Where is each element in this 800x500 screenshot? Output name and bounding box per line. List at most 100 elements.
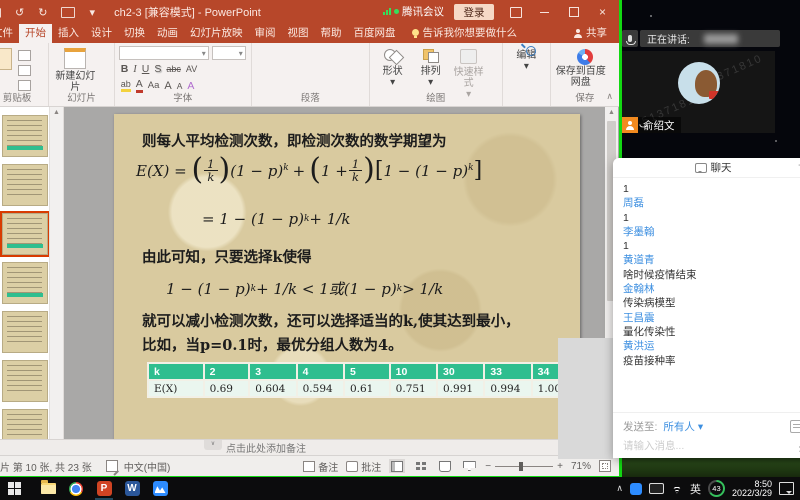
ribbon-tab[interactable]: 百度网盘 xyxy=(348,22,402,43)
zoom-out-button[interactable]: − xyxy=(485,461,491,472)
slide-thumbnail[interactable] xyxy=(2,115,48,157)
chat-header[interactable]: 聊天 − xyxy=(613,158,800,178)
ribbon-tab[interactable]: 动画 xyxy=(151,22,184,43)
font-style-button[interactable]: AV xyxy=(186,64,197,74)
scroll-up-icon[interactable]: ▲ xyxy=(50,107,63,119)
tray-expand-icon[interactable]: ∧ xyxy=(616,483,623,494)
speaker-name-blurred xyxy=(704,34,738,44)
scroll-up-icon[interactable]: ▲ xyxy=(605,107,618,119)
language-label[interactable]: 中文(中国) xyxy=(124,459,171,474)
undo-icon[interactable]: ↺ xyxy=(15,6,24,19)
login-button[interactable]: 登录 xyxy=(454,4,494,20)
chat-message-list[interactable]: 1周磊1李墨翰1黄道青啥时候疫情结束金翰林传染病模型王昌震量化传染性黄洪运疫苗接… xyxy=(613,178,800,412)
zoom-slider[interactable] xyxy=(495,466,553,467)
cut-icon[interactable] xyxy=(18,50,31,61)
tray-device-icon[interactable] xyxy=(649,483,664,494)
meeting-mic-button[interactable] xyxy=(622,30,638,47)
new-slide-button[interactable]: 新建幻灯片 xyxy=(53,48,97,93)
fit-to-window-icon[interactable] xyxy=(599,460,611,472)
ribbon-tab[interactable]: 文件 xyxy=(0,22,19,43)
taskbar-word[interactable]: W xyxy=(118,477,146,500)
taskbar-powerpoint[interactable]: P xyxy=(90,477,118,500)
chat-input[interactable] xyxy=(613,434,793,458)
font-style-button[interactable]: U xyxy=(142,63,150,75)
redo-icon[interactable]: ↻ xyxy=(38,6,47,19)
spellcheck-icon[interactable] xyxy=(106,460,118,472)
notes-bar[interactable]: ∨ 点击此处添加备注 xyxy=(0,439,619,455)
columns-icon[interactable] xyxy=(311,66,322,75)
slide-thumbnail[interactable] xyxy=(2,213,48,255)
save-to-baidu-button[interactable]: 保存到百度网盘 xyxy=(555,46,615,88)
tell-me-box[interactable]: 告诉我你想要做什么 xyxy=(412,25,518,43)
start-slideshow-icon[interactable] xyxy=(61,7,75,18)
ribbon-tab[interactable]: 切换 xyxy=(118,22,151,43)
zoom-slider-thumb[interactable] xyxy=(519,462,523,471)
copy-icon[interactable] xyxy=(18,65,31,76)
slide-thumbnail[interactable] xyxy=(2,311,48,353)
taskbar-chrome[interactable] xyxy=(62,477,90,500)
wifi-icon[interactable] xyxy=(671,484,683,494)
indent-icon[interactable] xyxy=(294,50,305,59)
line-spacing-icon[interactable] xyxy=(311,50,322,59)
tencent-meeting-icon xyxy=(153,481,168,496)
save-icon[interactable] xyxy=(0,7,1,18)
close-button[interactable]: × xyxy=(588,0,617,24)
align-center-icon[interactable] xyxy=(277,66,288,75)
paste-button[interactable] xyxy=(0,48,16,86)
taskbar-file-explorer[interactable] xyxy=(34,477,62,500)
collapse-ribbon-icon[interactable]: ∧ xyxy=(606,91,613,102)
zoom-level-label[interactable]: 71% xyxy=(571,461,591,472)
tray-meeting-icon[interactable] xyxy=(630,483,642,495)
share-button[interactable]: 共享 xyxy=(574,25,619,43)
minimize-button[interactable] xyxy=(530,0,559,24)
slide-canvas[interactable]: 则每人平均检测次数，即检测次数的数学期望为 E(X) = ( 1k ) (1 −… xyxy=(114,114,580,441)
font-style-button[interactable]: I xyxy=(133,64,137,75)
comments-toggle[interactable]: 批注 xyxy=(346,459,381,474)
normal-view-button[interactable] xyxy=(389,459,405,473)
font-name-combobox[interactable]: ▾ xyxy=(119,46,209,60)
ribbon-tab[interactable]: 插入 xyxy=(52,22,85,43)
reading-view-button[interactable] xyxy=(437,459,453,473)
zoom-in-button[interactable]: + xyxy=(557,461,563,472)
font-style-button[interactable]: abc xyxy=(166,64,181,74)
battery-indicator[interactable]: 43 xyxy=(708,480,725,497)
ribbon-tab[interactable]: 开始 xyxy=(19,22,52,43)
edit-button[interactable]: 编辑 ▾ xyxy=(507,46,546,72)
slide-thumbnail[interactable] xyxy=(2,360,48,402)
notes-toggle[interactable]: 备注 xyxy=(303,459,338,474)
slide-thumbnail[interactable] xyxy=(2,164,48,206)
ribbon-tab[interactable]: 设计 xyxy=(85,22,118,43)
send-to-selector[interactable]: 所有人 ▾ xyxy=(663,419,703,434)
taskbar-clock[interactable]: 8:50 2022/3/29 xyxy=(732,480,772,498)
ime-indicator[interactable]: 英 xyxy=(690,481,701,497)
slide-thumbnail[interactable] xyxy=(2,409,48,439)
thumbnail-scrollbar[interactable]: ▲ xyxy=(49,107,63,439)
ribbon-tab[interactable]: 幻灯片放映 xyxy=(184,22,249,43)
start-button[interactable] xyxy=(0,477,28,500)
ribbon-options-button[interactable] xyxy=(501,0,530,24)
font-style-button[interactable]: S xyxy=(154,63,161,75)
align-left-icon[interactable] xyxy=(260,66,271,75)
qat-dropdown-icon[interactable]: ▾ xyxy=(89,6,95,19)
chat-history-icon[interactable] xyxy=(790,420,800,433)
quick-styles-label: 快速样式 xyxy=(450,67,488,89)
numbering-icon[interactable] xyxy=(277,50,288,59)
font-size-combobox[interactable]: ▾ xyxy=(212,46,246,60)
bullets-icon[interactable] xyxy=(260,50,271,59)
slideshow-view-button[interactable] xyxy=(461,459,477,473)
meeting-status-badge[interactable]: 腾讯会议 xyxy=(383,4,444,19)
ribbon-tab[interactable]: 帮助 xyxy=(315,22,348,43)
slide-editing-area[interactable]: 则每人平均检测次数，即检测次数的数学期望为 E(X) = ( 1k ) (1 −… xyxy=(64,107,619,439)
font-style-button[interactable]: B xyxy=(121,63,129,75)
align-right-icon[interactable] xyxy=(294,66,305,75)
slide-sorter-view-button[interactable] xyxy=(413,459,429,473)
taskbar-tencent-meeting[interactable] xyxy=(146,477,174,500)
ribbon-tab[interactable]: 审阅 xyxy=(249,22,282,43)
slide-thumbnail[interactable] xyxy=(2,262,48,304)
notes-splitter-button[interactable]: ∨ xyxy=(204,440,222,450)
action-center-icon[interactable] xyxy=(779,482,794,495)
participant-video-tile[interactable]: 51371810 51371810 俞绍文 xyxy=(622,51,775,133)
ribbon-tab[interactable]: 视图 xyxy=(282,22,315,43)
maximize-button[interactable] xyxy=(559,0,588,24)
font-format-button[interactable]: A xyxy=(177,81,183,91)
